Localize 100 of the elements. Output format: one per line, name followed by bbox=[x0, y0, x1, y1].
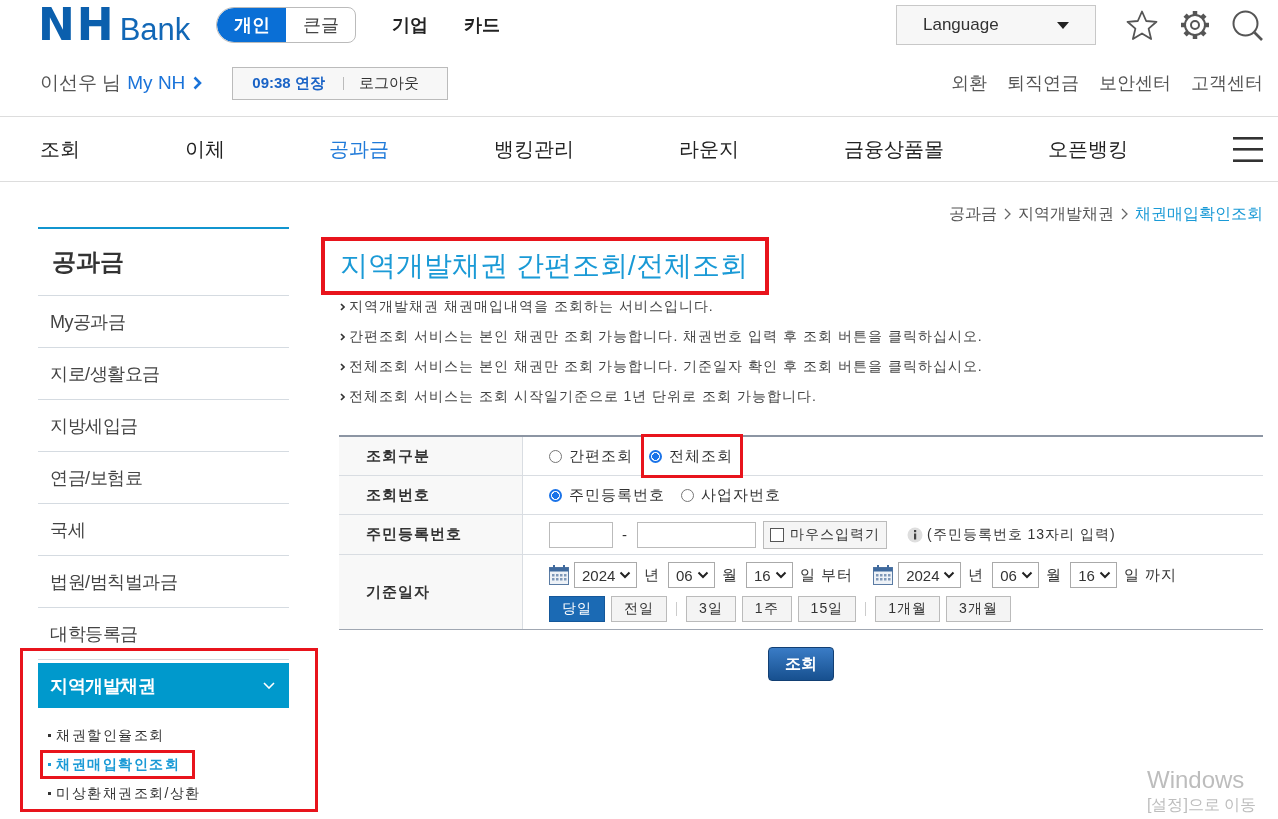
search-button[interactable]: 조회 bbox=[768, 647, 834, 681]
info-icon bbox=[907, 526, 923, 543]
radio-button[interactable] bbox=[649, 449, 662, 463]
unit-text: 일 까지 bbox=[1124, 565, 1178, 585]
chevron-right-icon bbox=[340, 393, 345, 401]
sidebar-item[interactable]: 법원/범칙벌과금 bbox=[38, 556, 289, 608]
main-nav-item[interactable]: 뱅킹관리 bbox=[494, 135, 575, 163]
main-nav-item[interactable]: 금융상품몰 bbox=[843, 135, 944, 163]
my-nh-link[interactable]: My NH bbox=[127, 72, 203, 94]
day-select[interactable]: 16 bbox=[1070, 562, 1118, 588]
unit-text: 년 bbox=[644, 565, 660, 585]
chevron-down-icon bbox=[263, 682, 275, 689]
menu-icon[interactable] bbox=[1232, 136, 1263, 162]
form-label: 조회번호 bbox=[339, 476, 523, 514]
top-link[interactable]: 카드 bbox=[464, 13, 501, 37]
day-select[interactable]: 16 bbox=[746, 562, 793, 588]
period-button[interactable]: 3일 bbox=[686, 596, 736, 622]
chevron-right-icon bbox=[1004, 208, 1011, 220]
unit-text: 월 bbox=[722, 565, 738, 585]
sidebar-item[interactable]: 국세 bbox=[38, 504, 289, 556]
main-nav-item[interactable]: 라운지 bbox=[678, 135, 739, 163]
period-button[interactable]: 당일 bbox=[549, 596, 605, 622]
user-greeting: 이선우 님 bbox=[40, 71, 122, 95]
main-nav-item[interactable]: 조회 bbox=[40, 135, 80, 163]
bank-logo[interactable]: NH Bank bbox=[38, 7, 191, 43]
breadcrumb-link[interactable]: 지역개발채권 bbox=[1018, 203, 1114, 225]
utility-link[interactable]: 퇴직연금 bbox=[1007, 71, 1079, 95]
form-label: 조회구분 bbox=[339, 437, 523, 475]
info-note: 간편조회 서비스는 본인 채권만 조회 가능합니다. 채권번호 입력 후 조회 버튼을 클릭하십시오. bbox=[349, 328, 983, 346]
main-nav-item[interactable]: 이체 bbox=[184, 135, 225, 163]
view-tab[interactable]: 개인 bbox=[217, 8, 287, 42]
submenu-item[interactable]: 미상환채권조회/상환 bbox=[38, 782, 201, 805]
checkbox[interactable] bbox=[770, 527, 784, 542]
unit-text: 년 bbox=[968, 565, 985, 585]
radio-option[interactable]: 사업자번호 bbox=[681, 485, 781, 505]
sidebar-item[interactable]: 지로/생활요금 bbox=[38, 348, 289, 400]
sidebar-title: 공과금 bbox=[38, 229, 289, 296]
period-button[interactable]: 전일 bbox=[611, 596, 667, 622]
year-select[interactable]: 2024 bbox=[898, 562, 962, 588]
chevron-down-icon bbox=[1021, 571, 1034, 579]
main-nav-item[interactable]: 오픈뱅킹 bbox=[1048, 135, 1129, 163]
radio-option[interactable]: 전체조회 bbox=[649, 446, 733, 466]
session-extend-link[interactable]: 09:38 연장 bbox=[252, 73, 325, 93]
chevron-down-icon bbox=[619, 571, 631, 579]
chevron-right-icon bbox=[1121, 208, 1128, 220]
radio-option[interactable]: 주민등록번호 bbox=[549, 485, 665, 505]
period-button[interactable]: 1개월 bbox=[875, 596, 940, 622]
chevron-right-icon bbox=[340, 303, 345, 311]
sidebar-item[interactable]: My공과금 bbox=[38, 296, 289, 348]
period-button[interactable]: 15일 bbox=[797, 596, 857, 622]
info-note: 전체조회 서비스는 본인 채권만 조회 가능합니다. 기준일자 확인 후 조회 버튼을 클릭하십시오. bbox=[349, 358, 983, 376]
page-title: 지역개발채권 간편조회/전체조회 bbox=[340, 249, 748, 283]
search-icon[interactable] bbox=[1232, 9, 1263, 41]
chevron-down-icon bbox=[697, 571, 709, 579]
utility-link[interactable]: 고객센터 bbox=[1191, 71, 1263, 95]
square-bullet-icon bbox=[48, 734, 51, 737]
input-field[interactable] bbox=[637, 521, 756, 548]
chevron-down-icon bbox=[775, 571, 787, 579]
month-select[interactable]: 06 bbox=[992, 562, 1040, 588]
windows-activation-title: Windows bbox=[1147, 765, 1246, 795]
sidebar-item[interactable]: 지방세입금 bbox=[38, 400, 289, 452]
input-field[interactable] bbox=[549, 521, 613, 548]
sidebar-item[interactable]: 대학등록금 bbox=[38, 608, 289, 660]
submenu-item[interactable]: 채권할인율조회 bbox=[38, 724, 165, 747]
radio-button[interactable] bbox=[549, 449, 562, 463]
square-bullet-icon bbox=[48, 792, 51, 795]
radio-button[interactable] bbox=[681, 488, 694, 502]
view-tab[interactable]: 큰글 bbox=[286, 8, 356, 42]
chevron-right-icon bbox=[340, 363, 345, 371]
form-label: 기준일자 bbox=[339, 555, 523, 629]
unit-text: 월 bbox=[1046, 565, 1063, 585]
calendar-icon[interactable] bbox=[549, 565, 569, 585]
mouse-keypad-toggle[interactable]: 마우스입력기 bbox=[763, 520, 887, 549]
language-select[interactable]: Language bbox=[896, 5, 1096, 45]
utility-link[interactable]: 외환 bbox=[951, 71, 987, 95]
windows-activation-text: [설정]으로 이동 bbox=[1147, 795, 1257, 815]
form-label: 주민등록번호 bbox=[339, 515, 523, 554]
chevron-down-icon bbox=[943, 571, 956, 579]
logout-link[interactable]: 로그아웃 bbox=[358, 73, 419, 93]
utility-link[interactable]: 보안센터 bbox=[1099, 71, 1171, 95]
info-note: 전체조회 서비스는 조회 시작일기준으로 1년 단위로 조회 가능합니다. bbox=[349, 388, 817, 406]
caret-icon bbox=[1057, 21, 1069, 29]
chevron-right-icon bbox=[193, 76, 203, 90]
star-icon[interactable] bbox=[1126, 9, 1158, 41]
chevron-right-icon bbox=[340, 333, 345, 341]
period-button[interactable]: 3개월 bbox=[945, 596, 1011, 622]
period-button[interactable]: 1주 bbox=[741, 596, 792, 622]
calendar-icon[interactable] bbox=[873, 565, 894, 585]
unit-text: 일 부터 bbox=[800, 565, 854, 585]
radio-option[interactable]: 간편조회 bbox=[549, 446, 633, 466]
main-nav-item[interactable]: 공과금 bbox=[329, 135, 390, 163]
sidebar-item[interactable]: 연금/보험료 bbox=[38, 452, 289, 504]
chevron-down-icon bbox=[1099, 571, 1112, 579]
breadcrumb-link[interactable]: 공과금 bbox=[949, 203, 997, 225]
settings-icon[interactable] bbox=[1179, 9, 1211, 41]
year-select[interactable]: 2024 bbox=[574, 562, 637, 588]
month-select[interactable]: 06 bbox=[668, 562, 715, 588]
top-link[interactable]: 기업 bbox=[392, 13, 429, 37]
info-note: 지역개발채권 채권매입내역을 조회하는 서비스입니다. bbox=[349, 298, 714, 316]
radio-button[interactable] bbox=[549, 488, 562, 502]
